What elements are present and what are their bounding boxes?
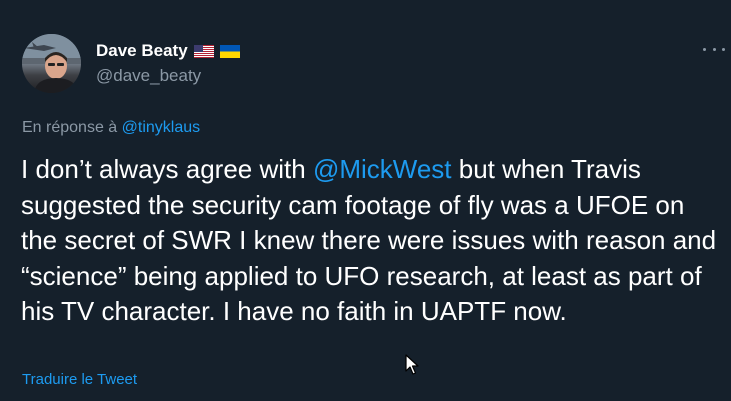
- reply-prefix: En réponse à: [22, 119, 118, 136]
- handle[interactable]: @dave_beaty: [96, 66, 240, 86]
- more-options-icon[interactable]: [703, 40, 725, 58]
- author-info: Dave Beaty @dave_beaty: [96, 40, 240, 86]
- ukraine-flag-icon: [219, 44, 240, 58]
- reply-mention-link[interactable]: @tinyklaus: [122, 119, 201, 136]
- us-flag-icon: [193, 44, 214, 58]
- avatar[interactable]: [22, 34, 81, 93]
- mouse-cursor-icon: [405, 354, 419, 375]
- translate-tweet-link[interactable]: Traduire le Tweet: [22, 371, 137, 388]
- tweet-text-part1: I don’t always agree with: [21, 154, 313, 184]
- reply-context: En réponse à @tinyklaus: [22, 119, 200, 137]
- tweet: Dave Beaty @dave_beaty En réponse à @tin…: [0, 0, 731, 401]
- display-name[interactable]: Dave Beaty: [96, 41, 188, 61]
- tweet-text: I don’t always agree with @MickWest but …: [21, 152, 721, 330]
- tweet-mention-link[interactable]: @MickWest: [313, 154, 452, 184]
